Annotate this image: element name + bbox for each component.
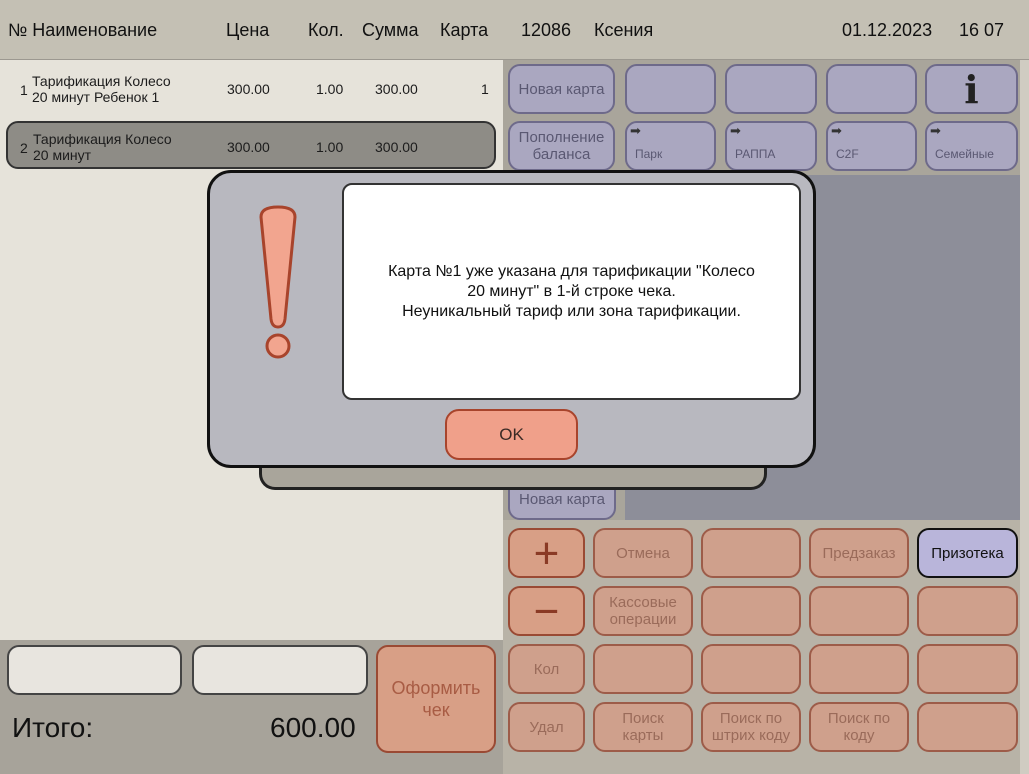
cash-operations-button[interactable]: Кассовые операции — [593, 586, 693, 636]
family-label: Семейные — [935, 147, 994, 161]
header-sum: Сумма — [362, 20, 419, 40]
empty-button-1[interactable] — [625, 64, 716, 114]
empty-action-button-2[interactable] — [701, 586, 801, 636]
prizoteka-button[interactable]: Призотека — [917, 528, 1018, 578]
info-icon: i — [964, 66, 979, 112]
topup-balance-button[interactable]: Пополнение баланса — [508, 121, 615, 171]
header-num-name: № Наименование — [8, 20, 158, 40]
row-name-line1: Тарификация Колесо — [32, 73, 171, 89]
checkout-line1: Оформить — [391, 678, 481, 698]
cancel-button[interactable]: Отмена — [593, 528, 693, 578]
empty-action-button-6[interactable] — [701, 644, 801, 694]
current-date: 01.12.2023 — [842, 20, 933, 40]
plus-button[interactable]: + — [508, 528, 585, 578]
family-button[interactable]: ➡ Семейные — [925, 121, 1018, 171]
empty-action-button-4[interactable] — [917, 586, 1018, 636]
empty-action-button-1[interactable] — [701, 528, 801, 578]
ok-button[interactable]: OK — [445, 409, 578, 460]
header-qty: Кол. — [308, 20, 344, 40]
arrow-right-icon: ➡ — [930, 123, 941, 138]
empty-button-3[interactable] — [826, 64, 917, 114]
empty-action-button-9[interactable] — [917, 702, 1018, 752]
rappa-button[interactable]: ➡ РАППА — [725, 121, 817, 171]
park-button[interactable]: ➡ Парк — [625, 121, 716, 171]
total-value: 600.00 — [270, 712, 356, 743]
row-name-line2: 20 минут Ребенок 1 — [32, 89, 160, 105]
scrollbar[interactable] — [1020, 60, 1029, 774]
cash-ops-line1: Кассовые — [609, 594, 677, 611]
row-qty: 1.00 — [316, 81, 344, 97]
empty-button-2[interactable] — [725, 64, 817, 114]
row-price: 300.00 — [227, 81, 270, 97]
find-code-line1: Поиск по — [827, 710, 891, 727]
empty-action-button-3[interactable] — [809, 586, 909, 636]
find-barcode-line2: штрих коду — [711, 727, 791, 744]
rappa-label: РАППА — [735, 147, 776, 161]
plus-icon: + — [533, 528, 560, 578]
topup-line1: Пополнение — [518, 129, 605, 146]
input-field-1[interactable] — [7, 645, 182, 695]
warning-exclamation-icon — [259, 205, 297, 359]
new-card-button[interactable]: Новая карта — [508, 64, 615, 114]
topup-line2: баланса — [532, 146, 591, 163]
quantity-button[interactable]: Кол — [508, 644, 585, 694]
delete-button[interactable]: Удал — [508, 702, 585, 752]
find-barcode-line1: Поиск по — [719, 710, 783, 727]
dialog-message-line3: Неуникальный тариф или зона тарификации. — [402, 302, 741, 320]
header-price: Цена — [226, 20, 270, 40]
find-card-button[interactable]: Поиск карты — [593, 702, 693, 752]
find-code-button[interactable]: Поиск по коду — [809, 702, 909, 752]
checkout-button[interactable]: Оформить чек — [376, 645, 496, 753]
park-label: Парк — [635, 147, 663, 161]
row-name-line1: Тарификация Колесо — [33, 131, 172, 147]
dialog-message-line1: Карта №1 уже указана для тарификации "Ко… — [388, 262, 755, 280]
minus-button[interactable]: − — [508, 586, 585, 636]
cashier-id: 12086 — [521, 20, 572, 40]
find-card-line1: Поиск — [622, 710, 664, 727]
row-name-line2: 20 минут — [33, 147, 92, 163]
find-code-line2: коду — [843, 727, 875, 744]
row-sum: 300.00 — [375, 81, 418, 97]
minus-icon: − — [533, 586, 560, 636]
empty-action-button-8[interactable] — [917, 644, 1018, 694]
checkout-line2: чек — [422, 700, 450, 720]
current-time: 16 07 — [959, 20, 1005, 40]
arrow-right-icon: ➡ — [730, 123, 741, 138]
info-button[interactable]: i — [925, 64, 1018, 114]
arrow-right-icon: ➡ — [630, 123, 641, 138]
header-card: Карта — [440, 20, 489, 40]
dialog-message: Карта №1 уже указана для тарификации "Ко… — [342, 183, 801, 400]
row-number: 1 — [20, 82, 28, 98]
find-barcode-button[interactable]: Поиск по штрих коду — [701, 702, 801, 752]
row-number: 2 — [20, 140, 28, 156]
preorder-button[interactable]: Предзаказ — [809, 528, 909, 578]
empty-action-button-5[interactable] — [593, 644, 693, 694]
row-price: 300.00 — [227, 139, 270, 155]
row-sum: 300.00 — [375, 139, 418, 155]
input-field-2[interactable] — [192, 645, 368, 695]
c2f-label: C2F — [836, 147, 859, 161]
empty-action-button-7[interactable] — [809, 644, 909, 694]
row-qty: 1.00 — [316, 139, 344, 155]
table-row[interactable]: 1 Тарификация Колесо 20 минут Ребенок 1 … — [0, 62, 500, 116]
cash-ops-line2: операции — [609, 611, 677, 628]
row-card: 1 — [481, 81, 489, 97]
c2f-button[interactable]: ➡ C2F — [826, 121, 917, 171]
cashier-name: Ксения — [594, 20, 654, 40]
total-label: Итого: — [12, 712, 94, 743]
find-card-line2: карты — [622, 727, 664, 744]
receipt-header: № Наименование Цена Кол. Сумма Карта 120… — [0, 0, 1029, 60]
dialog-message-line2: 20 минут" в 1-й строке чека. — [467, 282, 676, 300]
table-row-selected[interactable]: 2 Тарификация Колесо 20 минут 300.00 1.0… — [6, 121, 496, 169]
arrow-right-icon: ➡ — [831, 123, 842, 138]
